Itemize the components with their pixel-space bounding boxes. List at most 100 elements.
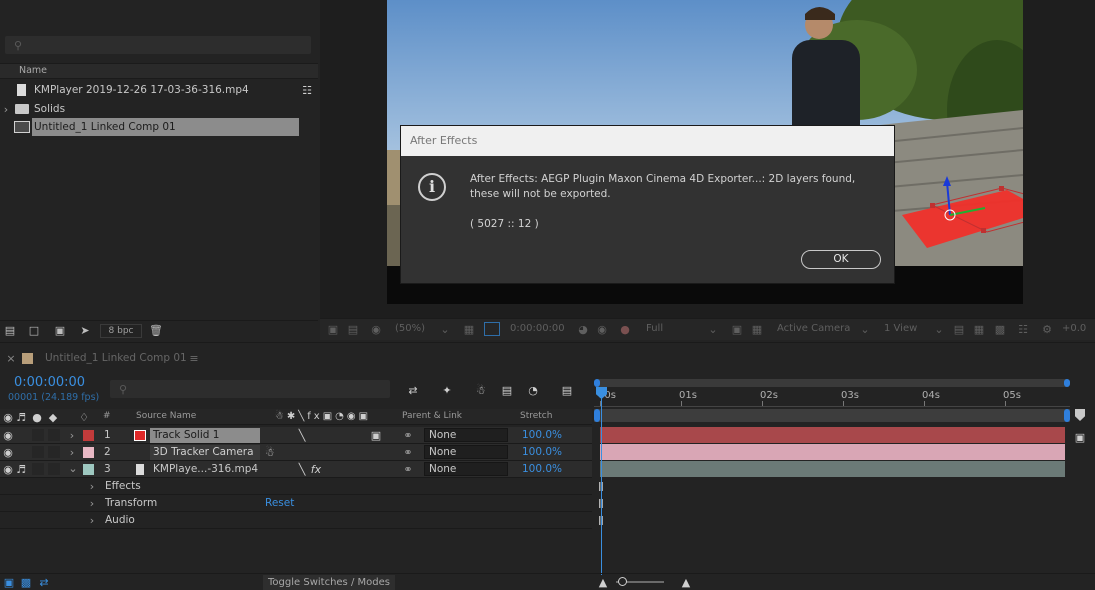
region-icon[interactable]: ▣ — [326, 323, 340, 335]
reset-link[interactable]: Reset — [265, 497, 294, 509]
solo-icon[interactable]: ● — [32, 411, 42, 423]
chevron-right-icon[interactable]: › — [68, 429, 76, 441]
transfer-controls-icon[interactable]: ▩ — [20, 576, 32, 588]
reset-exposure-icon[interactable]: ⚙ — [1040, 323, 1054, 335]
video-eye-icon[interactable]: ◉ — [3, 429, 13, 441]
motion-blur-icon[interactable]: ◔ — [524, 383, 542, 397]
current-time-display[interactable]: 0:00:00:00 — [14, 375, 85, 390]
lock-switch[interactable] — [48, 429, 60, 441]
property-row[interactable]: › Effects — [0, 478, 592, 495]
project-item-comp[interactable]: Untitled_1 Linked Comp 01 — [0, 118, 318, 136]
new-composition-icon[interactable]: ▣ — [52, 324, 68, 336]
lock-switch[interactable] — [48, 446, 60, 458]
label-tag-icon[interactable]: ♢ — [78, 411, 90, 423]
parent-dropdown[interactable]: None — [424, 445, 508, 459]
zoom-in-icon[interactable]: ▲ — [678, 576, 694, 588]
lock-icon[interactable]: ◆ — [48, 411, 58, 423]
pixel-aspect-icon[interactable]: ▤ — [952, 323, 966, 335]
label-color-swatch[interactable] — [83, 464, 94, 475]
layer-track-bar[interactable] — [600, 461, 1065, 477]
region-of-interest-icon[interactable]: ▣ — [730, 323, 744, 335]
quality-icon[interactable]: ╲ — [296, 429, 308, 441]
work-area-bar[interactable] — [594, 379, 1070, 387]
zoom-dropdown[interactable]: (50%) — [395, 323, 425, 334]
chevron-right-icon[interactable]: › — [2, 103, 10, 115]
monitor-icon[interactable]: ▤ — [346, 323, 360, 335]
export-icon[interactable]: ➤ — [78, 324, 92, 336]
shy-icon[interactable]: ☃ — [264, 446, 276, 458]
layer-row[interactable]: ◉ › 1 Track Solid 1 ╲ ▣ ⚭ None 100.0% — [0, 427, 592, 444]
new-folder-icon[interactable]: □ — [27, 324, 41, 336]
resolution-dropdown[interactable]: Full — [646, 323, 663, 334]
grid-icon[interactable]: ▦ — [462, 323, 476, 335]
quality-icon[interactable]: ╲ — [296, 463, 308, 475]
property-row[interactable]: › Audio — [0, 512, 592, 529]
stretch-value[interactable]: 100.0% — [522, 427, 562, 443]
layer-switches-icon[interactable]: ▣ — [3, 576, 15, 588]
comp-button-icon[interactable]: ▣ — [1073, 431, 1087, 443]
pick-whip-icon[interactable]: ⚭ — [402, 429, 414, 441]
flowchart-icon[interactable]: ☷ — [300, 84, 314, 96]
chevron-down-icon[interactable]: ⌄ — [68, 462, 78, 474]
zoom-slider[interactable] — [616, 577, 664, 586]
parent-dropdown[interactable]: None — [424, 462, 508, 476]
camera-icon[interactable]: ◕ — [576, 323, 590, 335]
time-navigator[interactable] — [594, 409, 1070, 422]
fast-preview-icon[interactable]: ▦ — [972, 323, 986, 335]
stretch-column-header[interactable]: Stretch — [520, 411, 552, 421]
comp-end-marker[interactable] — [1075, 409, 1085, 421]
parent-dropdown[interactable]: None — [424, 428, 508, 442]
transparency-grid-icon[interactable]: ▦ — [750, 323, 764, 335]
camera-view-dropdown[interactable]: Active Camera — [777, 323, 850, 334]
stretch-value[interactable]: 100.0% — [522, 444, 562, 460]
video-eye-icon[interactable]: ◉ — [3, 463, 13, 475]
project-item-footage[interactable]: KMPlayer 2019-12-26 17-03-36-316.mp4 ☷ — [0, 81, 318, 99]
fx-icon[interactable]: fx — [310, 463, 322, 475]
parent-link-column-header[interactable]: Parent & Link — [402, 411, 462, 421]
lock-switch[interactable] — [48, 463, 60, 475]
mask-icon[interactable]: ◉ — [368, 323, 384, 335]
ok-button[interactable]: OK — [801, 250, 881, 269]
timeline-icon[interactable]: ▩ — [993, 323, 1007, 335]
color-channels-icon[interactable]: ● — [618, 323, 632, 335]
timeline-tab[interactable]: Untitled_1 Linked Comp 01 — [45, 352, 187, 364]
layer-track-bar[interactable] — [600, 427, 1065, 443]
bpc-button[interactable]: 8 bpc — [100, 324, 142, 338]
video-eye-icon[interactable]: ◉ — [3, 411, 13, 423]
toggle-switches-modes-button[interactable]: Toggle Switches / Modes — [263, 575, 395, 590]
timeline-search-input[interactable]: ⚲ — [110, 380, 390, 398]
solo-switch[interactable] — [32, 463, 44, 475]
pick-whip-icon[interactable]: ⚭ — [402, 446, 414, 458]
interpret-footage-icon[interactable]: ▤ — [2, 324, 18, 336]
close-icon[interactable]: × — [6, 352, 16, 364]
label-color-swatch[interactable] — [83, 447, 94, 458]
chevron-right-icon[interactable]: › — [68, 446, 76, 458]
viewer-timecode[interactable]: 0:00:00:00 — [510, 323, 565, 334]
flowchart-icon[interactable]: ☷ — [1016, 323, 1030, 335]
draft-3d-icon[interactable]: ✦ — [438, 383, 456, 397]
stretch-value[interactable]: 100.0% — [522, 461, 562, 477]
3d-layer-icon[interactable]: ▣ — [370, 429, 382, 441]
current-time-indicator[interactable] — [601, 387, 602, 575]
name-column-header[interactable]: Name — [19, 65, 47, 76]
layer-name-selected[interactable]: Track Solid 1 — [150, 428, 260, 443]
project-item-solids[interactable]: › Solids — [0, 100, 318, 118]
layer-row[interactable]: ◉ › 2 3D Tracker Camera ☃ ⚭ None 100.0% — [0, 444, 592, 461]
zoom-out-icon[interactable]: ▲ — [598, 576, 608, 588]
layer-row[interactable]: ◉ ♬ ⌄ 3 KMPlaye...-316.mp4 ╲ fx ⚭ None 1… — [0, 461, 592, 478]
chevron-right-icon[interactable]: › — [88, 480, 96, 492]
view-layout-dropdown[interactable]: 1 View — [884, 323, 917, 334]
panel-menu-icon[interactable]: ≡ — [188, 352, 200, 364]
time-ruler[interactable]: 00s 01s 02s 03s 04s 05s — [594, 387, 1070, 407]
video-eye-icon[interactable]: ◉ — [3, 446, 13, 458]
audio-icon[interactable]: ♬ — [16, 411, 26, 423]
resolution-toggle[interactable] — [484, 322, 500, 336]
layer-name[interactable]: KMPlaye...-316.mp4 — [153, 461, 258, 477]
frame-blending-icon[interactable]: ▤ — [498, 383, 516, 397]
chevron-right-icon[interactable]: › — [88, 514, 96, 526]
audio-icon[interactable]: ♬ — [16, 463, 26, 475]
pick-whip-icon[interactable]: ⚭ — [402, 463, 414, 475]
source-name-column-header[interactable]: Source Name — [136, 411, 196, 421]
in-out-icon[interactable]: ⇄ — [38, 576, 50, 588]
show-snapshot-icon[interactable]: ◉ — [595, 323, 609, 335]
